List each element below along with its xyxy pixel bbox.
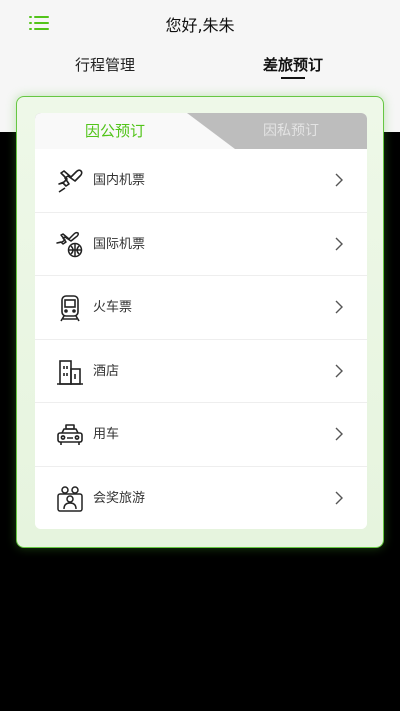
menu-item-label: 酒店 [93,363,120,379]
chevron-right-icon [333,490,345,506]
menu-item-domestic-flight[interactable]: 国内机票 [35,149,367,213]
menu-item-train-ticket[interactable]: 火车票 [35,276,367,340]
booking-menu: 国内机票 国际机票 火车票 酒店 用车 会奖旅游 [35,149,367,529]
active-tab-indicator [281,77,305,79]
international-flight-icon [55,230,85,260]
tab-travel-booking[interactable]: 差旅预订 [250,54,336,75]
tab-trip-management[interactable]: 行程管理 [60,54,150,75]
menu-item-label: 用车 [93,427,120,442]
menu-item-hotel[interactable]: 酒店 [35,339,367,403]
menu-item-label: 国际机票 [93,236,146,252]
chevron-right-icon [333,363,345,379]
group-travel-icon [55,484,85,514]
segment-business-label[interactable]: 因公预订 [35,113,195,149]
menu-item-label: 火车票 [93,300,133,315]
taxi-icon [55,420,85,450]
menu-item-incentive-travel[interactable]: 会奖旅游 [35,466,367,529]
booking-type-switch: 因公预订 因私预订 [35,113,367,149]
menu-item-car[interactable]: 用车 [35,403,367,467]
chevron-right-icon [333,172,345,188]
booking-panel: 因公预订 因私预订 国内机票 国际机票 火车票 酒店 用车 会奖旅游 [35,113,367,529]
booking-card: 因公预订 因私预订 国内机票 国际机票 火车票 酒店 用车 会奖旅游 [16,96,384,548]
chevron-right-icon [333,426,345,442]
menu-item-label: 国内机票 [93,173,146,188]
page-title: 您好,朱朱 [165,16,235,35]
segment-private-label[interactable]: 因私预订 [221,113,361,149]
airplane-icon [55,166,85,196]
hotel-building-icon [55,357,85,387]
chevron-right-icon [333,299,345,315]
chevron-right-icon [333,236,345,252]
menu-item-label: 会奖旅游 [93,490,146,506]
menu-item-international-flight[interactable]: 国际机票 [35,212,367,276]
train-icon [55,293,85,323]
